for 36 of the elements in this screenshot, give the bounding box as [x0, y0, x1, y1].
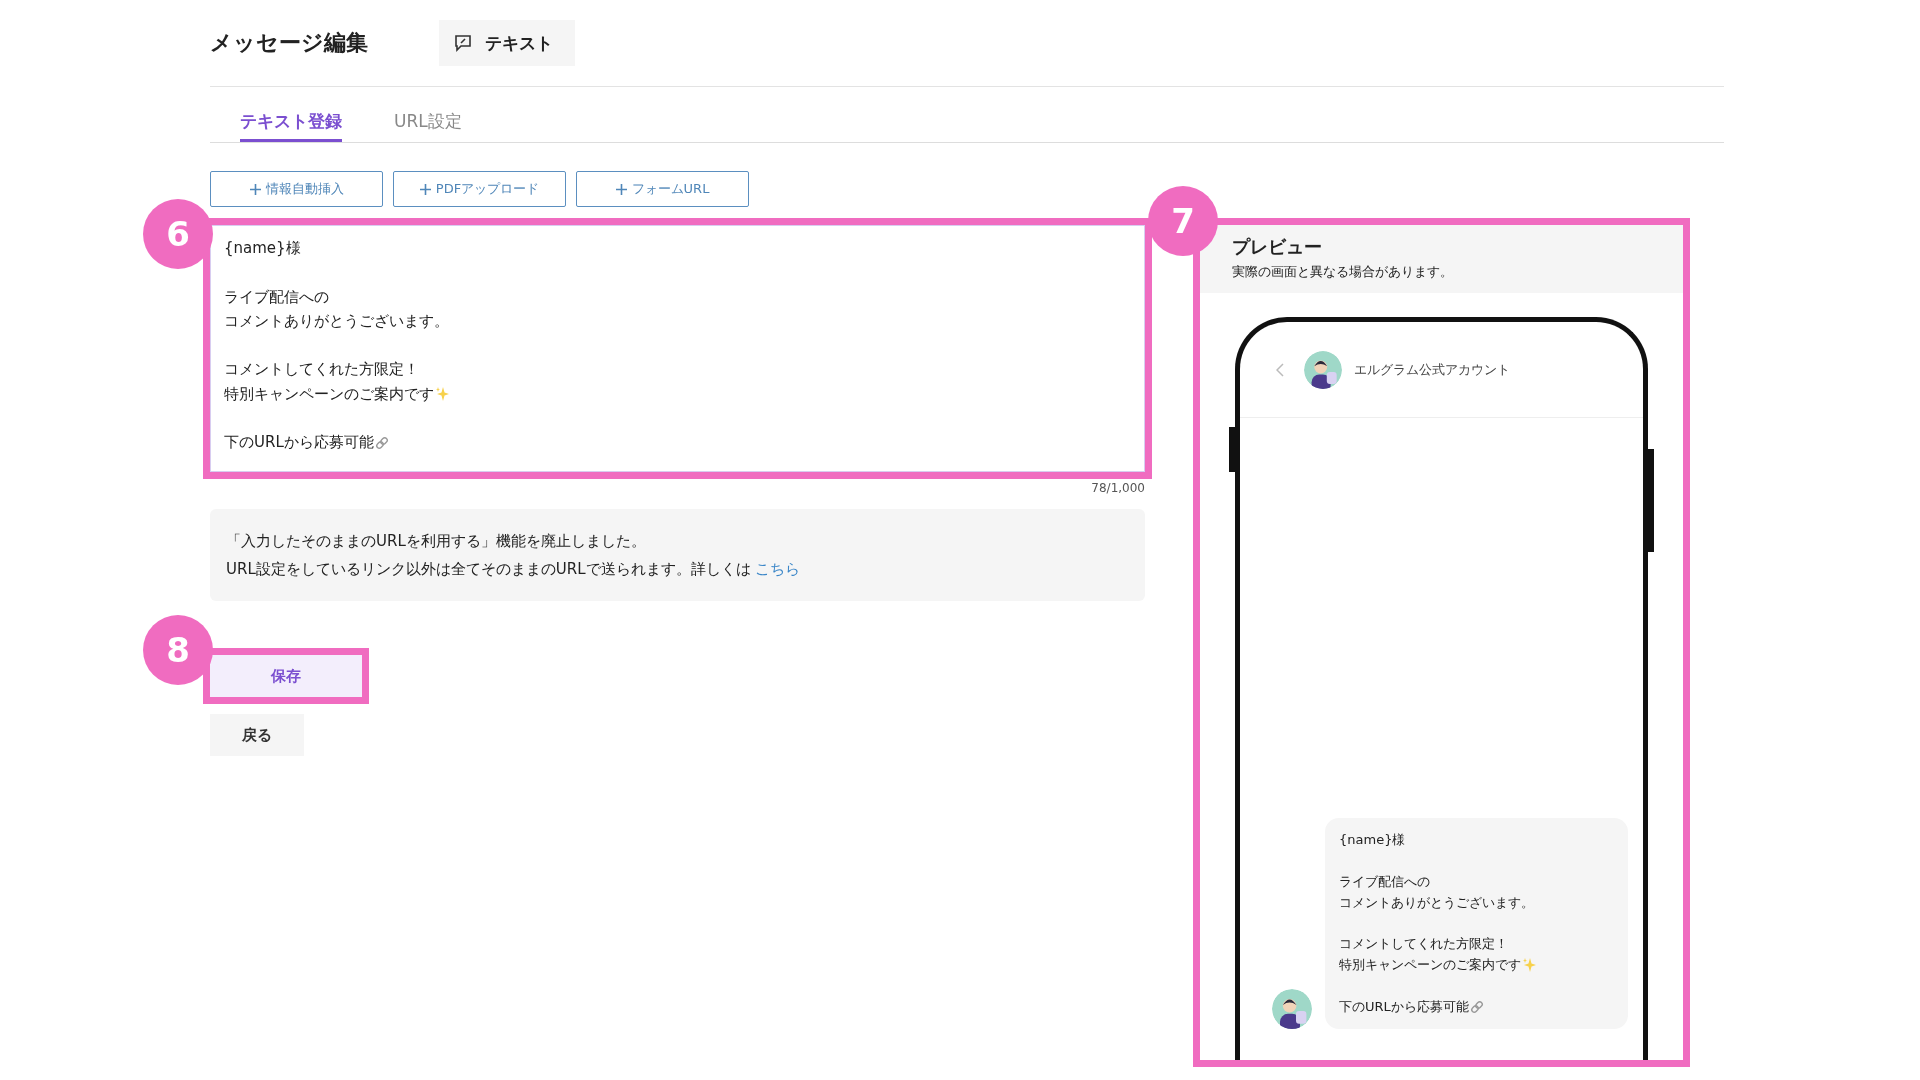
plus-icon [419, 183, 431, 195]
character-counter: 78/1,000 [1090, 480, 1145, 496]
save-button[interactable]: 保存 [210, 655, 362, 697]
message-line: コメントしてくれた方限定！ [1339, 935, 1508, 954]
message-line: 下のURLから応募可能 [1339, 997, 1469, 1016]
account-name: エルグラム公式アカウント [1354, 360, 1510, 379]
toolbar-button[interactable]: フォームURL [576, 171, 749, 207]
message-line: {name}様 [1339, 831, 1406, 850]
message-line: コメントありがとうございます。 [1339, 893, 1534, 912]
preview-title: プレビュー [1232, 235, 1323, 259]
link-icon [1469, 999, 1484, 1014]
link-icon [374, 435, 389, 450]
toolbar-button[interactable]: 情報自動挿入 [210, 171, 383, 207]
notice-text: 「入力したそのままのURLを利用する」機能を廃止しました。 [226, 531, 647, 552]
avatar-icon [1272, 989, 1312, 1029]
back-button[interactable]: 戻る [210, 714, 304, 756]
step-badge: 7 [1148, 186, 1218, 256]
step-badge: 8 [143, 615, 213, 685]
details-link[interactable]: こちら [755, 560, 801, 578]
toolbar-button[interactable]: PDFアップロード [393, 171, 566, 207]
message-field[interactable]: {name}様 ライブ配信への コメントありがとうございます。 コメントしてくれた方限定！ 特別キャンペーンのご案内です 下のURLから応募可能 [210, 225, 1145, 472]
tab[interactable]: URL設定 [394, 110, 462, 142]
plus-icon [615, 183, 627, 195]
message-line: 特別キャンペーンのご案内です [1339, 956, 1521, 974]
page-title: メッセージ編集 [210, 29, 368, 57]
avatar-icon [1304, 350, 1342, 389]
chat-bubble-icon [453, 33, 473, 53]
back-chevron-icon [1276, 362, 1284, 377]
sparkle-icon [1522, 957, 1536, 973]
notice-text: URL設定をしているリンク以外は全てそのままのURLで送られます。詳しくは こちら [226, 559, 802, 580]
plus-icon [249, 183, 261, 195]
message-line: ライブ配信への [1339, 872, 1430, 891]
type-label: テキスト [485, 31, 553, 55]
preview-note: 実際の画面と異なる場合があります。 [1232, 263, 1454, 281]
step-badge: 6 [143, 199, 213, 269]
tab[interactable]: テキスト登録 [240, 110, 342, 142]
